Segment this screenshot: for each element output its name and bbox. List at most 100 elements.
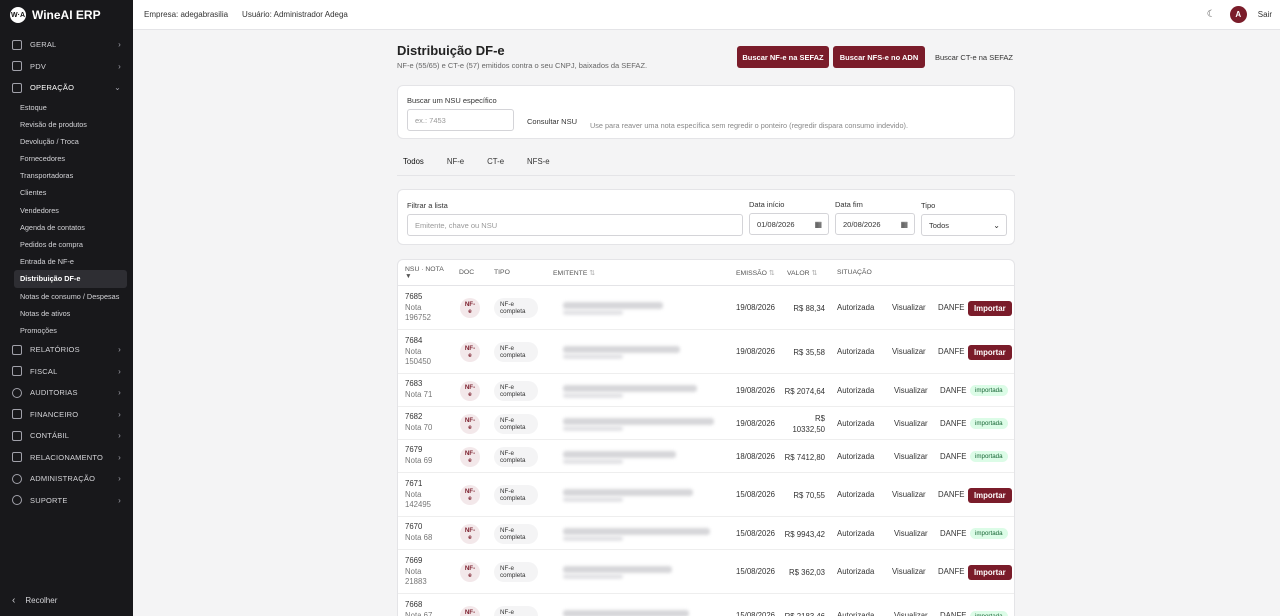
view-button[interactable]: Visualizar (892, 347, 926, 356)
sidebar-group-label: AUDITORIAS (30, 388, 78, 398)
view-button[interactable]: Visualizar (894, 419, 928, 428)
sidebar-item[interactable]: Notas de consumo / Despesas (14, 288, 127, 305)
view-button[interactable]: Visualizar (892, 303, 926, 312)
table-row[interactable]: 7670 Nota 68 NF-e NF-e completa 15/08/2026 R$ … (398, 517, 1014, 550)
sidebar-group-shield[interactable]: ADMINISTRAÇÃO › (0, 468, 133, 490)
nota-number: Nota 150450 (405, 346, 432, 367)
table-row[interactable]: 7683 Nota 71 NF-e NF-e completa 19/08/2026 R$ … (398, 374, 1014, 407)
danfe-button[interactable]: DANFE (940, 611, 966, 616)
view-button[interactable]: Visualizar (894, 386, 928, 395)
situacao-cell: Autorizada (837, 528, 875, 538)
sidebar-item[interactable]: Devolução / Troca (14, 133, 127, 150)
view-button[interactable]: Visualizar (894, 611, 928, 616)
sidebar-item[interactable]: Pedidos de compra (14, 236, 127, 253)
valor-cell: R$ 7412,80 (784, 452, 825, 462)
type-badge: NF-ecompleta (494, 380, 538, 401)
filter-input[interactable]: Emitente, chave ou NSU (407, 214, 743, 236)
sidebar-group-document[interactable]: RELATÓRIOS › (0, 339, 133, 361)
sidebar-group-grid[interactable]: GERAL › (0, 34, 133, 56)
view-button[interactable]: Visualizar (892, 490, 926, 499)
user-label: Usuário: Administrador Adega (242, 10, 348, 19)
sidebar-group-shield[interactable]: AUDITORIAS › (0, 382, 133, 404)
sidebar-item[interactable]: Estoque (14, 99, 127, 116)
search-nfe-sefaz-button[interactable]: Buscar NF-e na SEFAZ (737, 46, 829, 68)
table-row[interactable]: 7669 Nota 21883 NF-e NF-e completa 15/08/2026… (398, 550, 1014, 594)
table-row[interactable]: 7685 Nota 196752 NF-e NF-e completa 19/08/202… (398, 286, 1014, 330)
danfe-button[interactable]: DANFE (940, 419, 966, 428)
search-nfse-adn-button[interactable]: Buscar NFS-e no ADN (833, 46, 925, 68)
table-row[interactable]: 7671 Nota 142495 NF-e NF-e completa 15/08/202… (398, 473, 1014, 517)
view-button[interactable]: Visualizar (894, 529, 928, 538)
danfe-button[interactable]: DANFE (938, 490, 964, 499)
danfe-button[interactable]: DANFE (940, 386, 966, 395)
emissao-cell: 15/08/2026 (736, 528, 776, 538)
sidebar-item[interactable]: Transportadoras (14, 167, 127, 184)
col-valor-header[interactable]: VALOR ⇅ (787, 269, 817, 277)
import-button[interactable]: Importar (968, 300, 1012, 316)
table-row[interactable]: 7682 Nota 70 NF-e NF-e completa 19/08/2026 R$ … (398, 407, 1014, 440)
danfe-button[interactable]: DANFE (938, 567, 964, 576)
end-date-input[interactable]: 20/08/2026 ▦ (835, 213, 915, 235)
nsu-search-card: Buscar um NSU específico ex.: 7453 Consu… (397, 85, 1015, 139)
search-cte-sefaz-button[interactable]: Buscar CT-e na SEFAZ (935, 46, 1013, 68)
tab-cte[interactable]: CT-e (481, 150, 513, 175)
type-select[interactable]: Todos ⌄ (921, 214, 1007, 236)
sidebar-group-users[interactable]: RELACIONAMENTO › (0, 447, 133, 469)
view-button[interactable]: Visualizar (894, 452, 928, 461)
danfe-button[interactable]: DANFE (938, 347, 964, 356)
sidebar-group-help[interactable]: SUPORTE › (0, 490, 133, 512)
consult-nsu-button[interactable]: Consultar NSU (527, 117, 577, 126)
sidebar-item[interactable]: Agenda de contatos (14, 219, 127, 236)
view-button[interactable]: Visualizar (892, 567, 926, 576)
imported-badge: importada (970, 385, 1008, 396)
emissao-cell: 18/08/2026 (736, 451, 776, 461)
tab-nfe[interactable]: NF-e (441, 150, 473, 175)
collapse-label: Recolher (25, 596, 58, 605)
moon-icon[interactable]: ☾ (1207, 9, 1216, 20)
danfe-button[interactable]: DANFE (940, 452, 966, 461)
doc-badge-line: NF- (464, 345, 476, 352)
sidebar-item[interactable]: Vendedores (14, 202, 127, 219)
end-date-label: Data fim (835, 200, 863, 209)
sidebar-item[interactable]: Revisão de produtos (14, 116, 127, 133)
danfe-button[interactable]: DANFE (940, 529, 966, 538)
import-button[interactable]: Importar (968, 344, 1012, 360)
tab-nfse[interactable]: NFS-e (521, 150, 559, 175)
sidebar-item[interactable]: Notas de ativos (14, 305, 127, 322)
tab-todos[interactable]: Todos (397, 150, 433, 175)
col-emitente-header[interactable]: EMITENTE ⇅ (553, 269, 595, 277)
start-date-input[interactable]: 01/08/2026 ▦ (749, 213, 829, 235)
avatar[interactable]: A (1229, 6, 1247, 23)
page-title: Distribuição DF-e (397, 43, 505, 58)
nsu-input[interactable]: ex.: 7453 (407, 109, 514, 131)
sidebar-group-box[interactable]: OPERAÇÃO ⌄ (0, 77, 133, 99)
brand[interactable]: W·A WineAI ERP (0, 0, 133, 30)
col-emissao-header[interactable]: EMISSÃO ⇅ (736, 269, 775, 277)
chevron-right-icon: › (118, 409, 121, 419)
danfe-button[interactable]: DANFE (938, 303, 964, 312)
database-icon (12, 409, 22, 420)
sidebar-item[interactable]: Fornecedores (14, 150, 127, 167)
import-button[interactable]: Importar (968, 487, 1012, 503)
table-row[interactable]: 7679 Nota 69 NF-e NF-e completa 18/08/2026 R$ … (398, 440, 1014, 473)
chevron-down-icon: ⌄ (114, 83, 121, 93)
sidebar-group-receipt[interactable]: FISCAL › (0, 361, 133, 383)
sidebar-group-cart[interactable]: PDV › (0, 56, 133, 78)
situacao-cell: Autorizada (837, 303, 875, 312)
sidebar-item[interactable]: Distribuição DF-e (14, 270, 127, 288)
import-button[interactable]: Importar (968, 564, 1012, 580)
nsu-cell: 7670 Nota 68 (405, 522, 443, 543)
table-row[interactable]: 7668Nota 67NF-eNF-ecompleta15/08/2026R$ … (398, 594, 1014, 616)
sidebar-item[interactable]: Entrada de NF-e (14, 253, 127, 270)
logout-button[interactable]: Sair (1258, 10, 1272, 19)
sidebar-item[interactable]: Promoções (14, 322, 127, 339)
valor-cell: R$ 9943,42 (784, 529, 825, 539)
sidebar-item[interactable]: Clientes (14, 184, 127, 201)
sidebar-group-ledger[interactable]: CONTÁBIL › (0, 425, 133, 447)
sidebar-group-database[interactable]: FINANCEIRO › (0, 404, 133, 426)
type-badge: NF-ecompleta (494, 342, 538, 362)
table-row[interactable]: 7684 Nota 150450 NF-e NF-e completa 19/08/202… (398, 330, 1014, 374)
doc-badge-line: e (468, 390, 472, 398)
col-nsu-header[interactable]: NSU · NOTA ▼ (405, 266, 444, 280)
collapse-sidebar-button[interactable]: ‹ Recolher (12, 595, 57, 606)
